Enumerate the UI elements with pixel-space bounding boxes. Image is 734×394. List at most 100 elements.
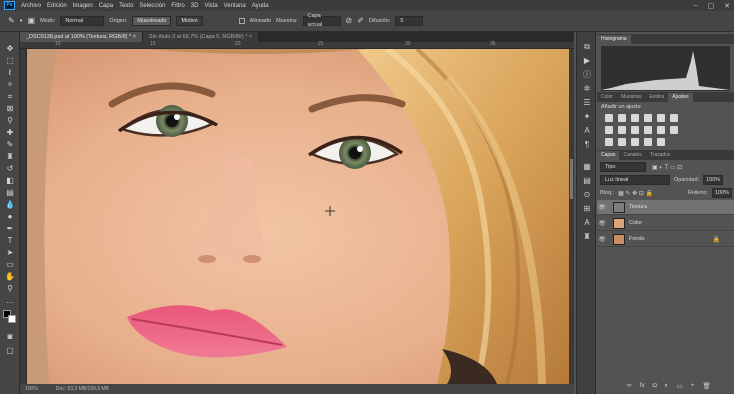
zoom-tool-icon[interactable]: ⚲ xyxy=(4,284,16,294)
tab-sin-titulo-3[interactable]: Sin título-3 al 66,7% (Capa 5, RGB/8#) *… xyxy=(142,32,260,42)
filter-icons[interactable]: ▣ ◐ T ▭ ⊡ xyxy=(652,164,682,171)
adjustment-layer-icon[interactable]: ◐ xyxy=(665,382,669,390)
menu-ayuda[interactable]: Ayuda xyxy=(249,3,272,9)
posterize-icon[interactable] xyxy=(618,138,626,146)
visibility-eye-icon[interactable]: 👁 xyxy=(597,220,607,227)
pen-tool-icon[interactable]: ✒ xyxy=(4,224,16,234)
blend-mode-select[interactable]: Luz lineal xyxy=(600,175,670,185)
layer-color[interactable]: 👁 Color xyxy=(597,216,734,231)
marquee-tool-icon[interactable]: ⬚ xyxy=(4,56,16,66)
healing-icon[interactable]: ✐ xyxy=(357,17,364,25)
lasso-tool-icon[interactable]: ℓ xyxy=(4,68,16,78)
brush-panel-icon[interactable]: ✦ xyxy=(581,112,593,122)
menu-edicion[interactable]: Edición xyxy=(44,3,70,9)
frame-tool-icon[interactable]: ⊠ xyxy=(4,104,16,114)
menu-texto[interactable]: Texto xyxy=(116,3,136,9)
dodge-tool-icon[interactable]: ● xyxy=(4,212,16,222)
glyphs-icon[interactable]: A xyxy=(581,218,593,228)
gradient-icon[interactable] xyxy=(670,114,678,122)
diffusion-select[interactable]: 5 xyxy=(395,16,424,26)
tab-dsc0138[interactable]: _DSC0138.psd al 100% (Textura, RGB/8) * … xyxy=(20,32,143,42)
vertical-scrollbar[interactable] xyxy=(569,49,574,384)
kind-filter-select[interactable]: Tipo xyxy=(600,162,646,172)
clone-source-icon[interactable]: ☰ xyxy=(581,98,593,108)
close-button[interactable]: ✕ xyxy=(724,2,730,10)
layer-fondo[interactable]: 👁 Fondo 🔒 xyxy=(597,232,734,247)
levels-icon[interactable] xyxy=(618,114,626,122)
gradient-tool-icon[interactable]: ▤ xyxy=(4,188,16,198)
tab-layers[interactable]: Capas xyxy=(597,151,620,160)
learn-icon[interactable]: ⊞ xyxy=(581,204,593,214)
history-brush-icon[interactable]: ↺ xyxy=(4,164,16,174)
libraries-icon[interactable]: ▤ xyxy=(581,176,593,186)
trash-icon[interactable]: 🗑 xyxy=(703,382,711,390)
eyedropper-icon[interactable]: ⚲ xyxy=(4,116,16,126)
clone-stamp-icon[interactable]: ✎ xyxy=(8,17,15,25)
fx-icon[interactable]: fx xyxy=(640,382,645,390)
tab-color[interactable]: Color xyxy=(597,93,617,102)
invert-icon[interactable] xyxy=(605,138,613,146)
paragraph-icon[interactable]: ¶ xyxy=(581,140,593,150)
clone-stamp-tool-icon[interactable]: ♜ xyxy=(4,152,16,162)
more-tools-icon[interactable]: … xyxy=(4,296,16,306)
tab-styles[interactable]: Estilos xyxy=(646,93,669,102)
swatches-icon[interactable]: ▦ xyxy=(581,162,593,172)
color-balance-icon[interactable] xyxy=(618,126,626,134)
sample-select[interactable]: Capa actual xyxy=(302,13,341,28)
menu-vista[interactable]: Vista xyxy=(201,3,220,9)
ignore-adjustment-icon[interactable]: ⊘ xyxy=(346,17,353,25)
eraser-tool-icon[interactable]: ◧ xyxy=(4,176,16,186)
menu-filtro[interactable]: Filtro xyxy=(168,3,187,9)
patterns-icon[interactable]: ♜ xyxy=(581,232,593,242)
maximize-button[interactable]: ▢ xyxy=(708,2,715,10)
menu-archivo[interactable]: Archivo xyxy=(18,3,44,9)
screen-mode-icon[interactable]: ▢ xyxy=(4,346,16,356)
menu-seleccion[interactable]: Selección xyxy=(136,3,168,9)
scroll-thumb[interactable] xyxy=(570,159,573,199)
vibrance-icon[interactable] xyxy=(657,114,665,122)
lock-icons[interactable]: ▦ ✎ ✥ ⊡ 🔒 xyxy=(618,190,653,197)
brush-settings-icon[interactable]: ▣ xyxy=(28,17,36,25)
add-mask-icon[interactable]: ◘ xyxy=(653,382,657,390)
info-icon[interactable]: ⓘ xyxy=(581,70,593,80)
play-icon[interactable]: ▶ xyxy=(581,56,593,66)
pattern-button[interactable]: Motivo xyxy=(176,16,203,26)
brush-tool-icon[interactable]: ✎ xyxy=(4,140,16,150)
link-layers-icon[interactable]: ∞ xyxy=(627,382,632,390)
quick-select-icon[interactable]: ✧ xyxy=(4,80,16,90)
black-white-icon[interactable] xyxy=(631,126,639,134)
selective-color-icon[interactable] xyxy=(644,138,652,146)
path-select-icon[interactable]: ➤ xyxy=(4,248,16,258)
menu-capa[interactable]: Capa xyxy=(96,3,116,9)
fill-field[interactable]: 100% xyxy=(712,188,732,198)
crop-tool-icon[interactable]: ⌗ xyxy=(4,92,16,102)
background-color-swatch[interactable] xyxy=(8,315,16,323)
character-icon[interactable]: A xyxy=(581,126,593,136)
brush-size-icon[interactable]: • xyxy=(20,17,23,25)
opacity-field[interactable]: 100% xyxy=(703,175,724,185)
tab-swatches[interactable]: Muestras xyxy=(617,93,646,102)
tab-paths[interactable]: Trazados xyxy=(646,151,675,160)
properties-icon[interactable]: ⊙ xyxy=(581,190,593,200)
color-lookup-icon[interactable] xyxy=(670,126,678,134)
visibility-eye-icon[interactable]: 👁 xyxy=(597,236,607,243)
brightness-icon[interactable] xyxy=(605,114,613,122)
menu-ventana[interactable]: Ventana xyxy=(221,3,249,9)
sampled-button[interactable]: Muestreado xyxy=(132,16,172,26)
menu-3d[interactable]: 3D xyxy=(188,3,202,9)
channel-mixer-icon[interactable] xyxy=(657,126,665,134)
new-layer-icon[interactable]: + xyxy=(691,382,695,390)
zoom-level[interactable]: 100% xyxy=(25,386,38,392)
gradient-map-icon[interactable] xyxy=(657,138,665,146)
navigator-icon[interactable]: ✲ xyxy=(581,84,593,94)
menu-imagen[interactable]: Imagen xyxy=(70,3,96,9)
minimize-button[interactable]: – xyxy=(694,2,698,9)
quick-mask-icon[interactable]: ◙ xyxy=(4,332,16,342)
tab-channels[interactable]: Canales xyxy=(619,151,645,160)
tab-adjustments[interactable]: Ajustes xyxy=(668,93,693,102)
hue-sat-icon[interactable] xyxy=(605,126,613,134)
aligned-checkbox[interactable] xyxy=(238,18,245,24)
type-tool-icon[interactable]: T xyxy=(4,236,16,246)
hand-tool-icon[interactable]: ✋ xyxy=(4,272,16,282)
history-icon[interactable]: ⧉ xyxy=(581,42,593,52)
